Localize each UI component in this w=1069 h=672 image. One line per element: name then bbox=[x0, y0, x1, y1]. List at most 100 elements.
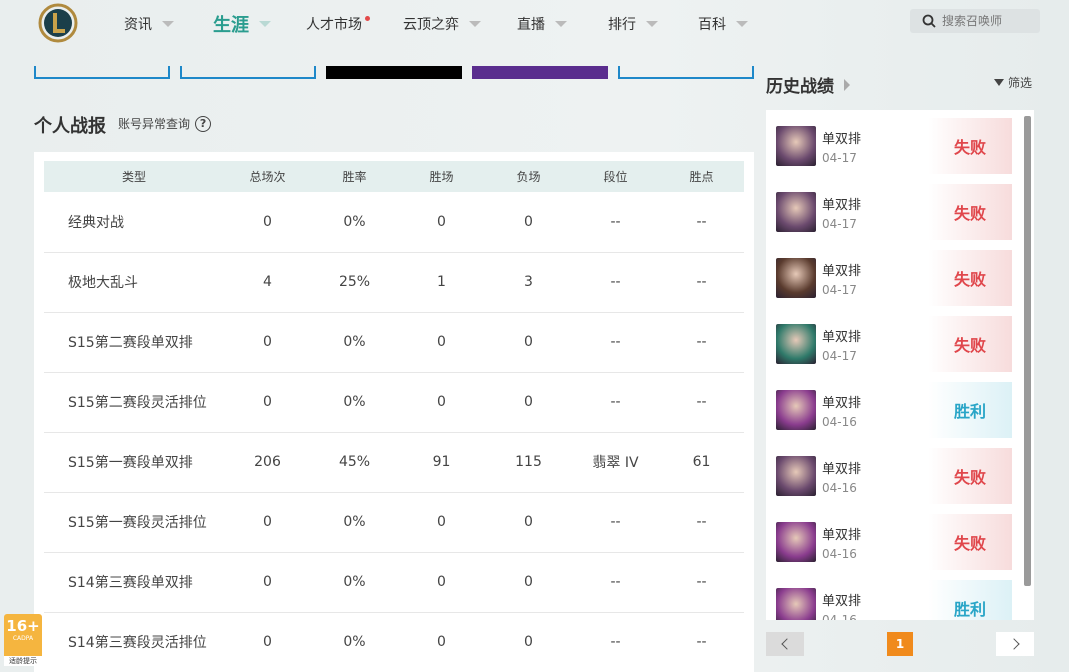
table-cell: 4 bbox=[224, 252, 311, 313]
table-row: S15第二赛段单双排 0 0% 0 0 -- -- bbox=[44, 312, 744, 373]
table-cell: 61 bbox=[659, 432, 744, 493]
nav-item-label: 云顶之弈 bbox=[403, 17, 459, 33]
summary-card[interactable] bbox=[618, 66, 754, 79]
column-header: 段位 bbox=[603, 170, 628, 184]
table-row: S15第一赛段灵活排位 0 0% 0 0 -- -- bbox=[44, 492, 744, 553]
match-item[interactable]: 单双排 04-16 失败 bbox=[776, 514, 1012, 570]
nav-item-3[interactable]: 云顶之弈 bbox=[403, 14, 481, 34]
match-mode: 单双排 bbox=[822, 131, 862, 147]
help-icon[interactable]: ? bbox=[195, 115, 212, 132]
champion-avatar bbox=[776, 126, 816, 166]
table-cell: -- bbox=[659, 192, 744, 253]
abnormal-query-link[interactable]: 账号异常查询 ? bbox=[118, 115, 212, 132]
table-cell: 0 bbox=[398, 552, 485, 613]
chevron-down-icon bbox=[736, 21, 748, 27]
table-cell: 0 bbox=[224, 612, 311, 672]
abnormal-query-label: 账号异常查询 bbox=[118, 117, 191, 131]
search-icon[interactable] bbox=[922, 14, 936, 28]
scrollbar[interactable] bbox=[1024, 116, 1031, 586]
match-mode: 单双排 bbox=[822, 329, 862, 345]
table-cell: 0 bbox=[485, 372, 572, 433]
table-cell: 0 bbox=[398, 312, 485, 373]
table-row: 经典对战 0 0% 0 0 -- -- bbox=[44, 192, 744, 253]
filter-label: 筛选 bbox=[1008, 76, 1033, 90]
nav-item-0[interactable]: 资讯 bbox=[124, 14, 174, 34]
column-header: 胜点 bbox=[689, 170, 714, 184]
search-box[interactable] bbox=[910, 9, 1040, 33]
summary-card[interactable] bbox=[326, 66, 462, 79]
match-item[interactable]: 单双排 04-16 胜利 bbox=[776, 382, 1012, 438]
history-list[interactable]: 单双排 04-17 失败 单双排 04-17 失败 单双排 04-17 失败 单双排 04-17 失败… bbox=[766, 110, 1034, 620]
champion-avatar bbox=[776, 324, 816, 364]
age-rating-label: CADPA bbox=[12, 635, 34, 642]
match-mode: 单双排 bbox=[822, 263, 862, 279]
chevron-down-icon bbox=[469, 21, 481, 27]
stats-table-panel: 类型 总场次 胜率 胜场 负场 段位 胜点 经典对战 0 0% 0 0 -- -- 极地大乱斗 4 25% 1 3… bbox=[34, 152, 754, 672]
nav-item-1[interactable]: 生涯 bbox=[213, 11, 271, 37]
table-cell: -- bbox=[659, 252, 744, 313]
match-result: 胜利 bbox=[928, 382, 1012, 438]
table-cell: -- bbox=[572, 552, 659, 613]
match-item[interactable]: 单双排 04-17 失败 bbox=[776, 184, 1012, 240]
nav-item-5[interactable]: 排行 bbox=[608, 14, 658, 34]
table-cell: 0 bbox=[224, 312, 311, 373]
nav-item-label: 排行 bbox=[608, 17, 636, 33]
match-info: 单双排 04-17 bbox=[822, 260, 861, 297]
nav-item-4[interactable]: 直播 bbox=[517, 14, 567, 34]
match-item[interactable]: 单双排 04-17 失败 bbox=[776, 250, 1012, 306]
match-item[interactable]: 单双排 04-17 失败 bbox=[776, 316, 1012, 372]
match-info: 单双排 04-17 bbox=[822, 194, 861, 231]
match-item[interactable]: 单双排 04-17 失败 bbox=[776, 118, 1012, 174]
match-mode: 单双排 bbox=[822, 197, 862, 213]
table-row: S14第三赛段灵活排位 0 0% 0 0 -- -- bbox=[44, 612, 744, 672]
table-cell: 1 bbox=[398, 252, 485, 313]
match-info: 单双排 04-16 bbox=[822, 392, 861, 429]
nav-item-label: 直播 bbox=[517, 17, 545, 33]
table-cell: 0 bbox=[398, 492, 485, 553]
nav-item-2[interactable]: 人才市场 bbox=[306, 14, 370, 34]
lol-logo-icon[interactable] bbox=[38, 3, 78, 43]
page-number-button[interactable]: 1 bbox=[887, 632, 913, 656]
stats-table: 类型 总场次 胜率 胜场 负场 段位 胜点 经典对战 0 0% 0 0 -- -- 极地大乱斗 4 25% 1 3… bbox=[44, 161, 744, 672]
match-mode: 单双排 bbox=[822, 593, 862, 609]
prev-page-button[interactable] bbox=[766, 632, 804, 656]
table-cell: 206 bbox=[224, 432, 311, 493]
match-date: 04-16 bbox=[822, 612, 857, 621]
table-cell: -- bbox=[572, 492, 659, 553]
table-cell: 45% bbox=[311, 432, 398, 493]
table-cell: S15第二赛段灵活排位 bbox=[44, 372, 224, 433]
match-info: 单双排 04-16 bbox=[822, 590, 861, 621]
table-cell: -- bbox=[572, 372, 659, 433]
table-cell: S15第一赛段单双排 bbox=[44, 432, 224, 493]
filter-icon bbox=[994, 79, 1004, 86]
match-item[interactable]: 单双排 04-16 失败 bbox=[776, 448, 1012, 504]
table-cell: 0% bbox=[311, 552, 398, 613]
table-cell: 91 bbox=[398, 432, 485, 493]
match-date: 04-17 bbox=[822, 348, 857, 363]
match-date: 04-16 bbox=[822, 414, 857, 429]
summary-card[interactable] bbox=[180, 66, 316, 79]
table-cell: 极地大乱斗 bbox=[44, 252, 224, 313]
table-cell: 0 bbox=[485, 612, 572, 672]
chevron-down-icon bbox=[555, 21, 567, 27]
chevron-down-icon bbox=[646, 21, 658, 27]
search-input[interactable] bbox=[942, 14, 1037, 28]
history-title[interactable]: 历史战绩 bbox=[766, 72, 850, 97]
match-info: 单双排 04-17 bbox=[822, 128, 861, 165]
chevron-left-icon bbox=[780, 638, 793, 650]
table-cell: 0 bbox=[224, 372, 311, 433]
stats-title: 个人战报 bbox=[34, 116, 106, 137]
next-page-button[interactable] bbox=[996, 632, 1034, 656]
filter-button[interactable]: 筛选 bbox=[994, 74, 1032, 91]
match-item[interactable]: 单双排 04-16 胜利 bbox=[776, 580, 1012, 620]
summary-card[interactable] bbox=[34, 66, 170, 79]
table-cell: 0 bbox=[398, 192, 485, 253]
summary-card[interactable] bbox=[472, 66, 608, 79]
table-cell: -- bbox=[659, 612, 744, 672]
nav-item-label: 资讯 bbox=[124, 17, 152, 33]
nav-item-6[interactable]: 百科 bbox=[698, 14, 748, 34]
table-cell: 0% bbox=[311, 312, 398, 373]
table-cell: 0 bbox=[485, 492, 572, 553]
table-cell: -- bbox=[659, 312, 744, 373]
table-cell: -- bbox=[659, 552, 744, 613]
